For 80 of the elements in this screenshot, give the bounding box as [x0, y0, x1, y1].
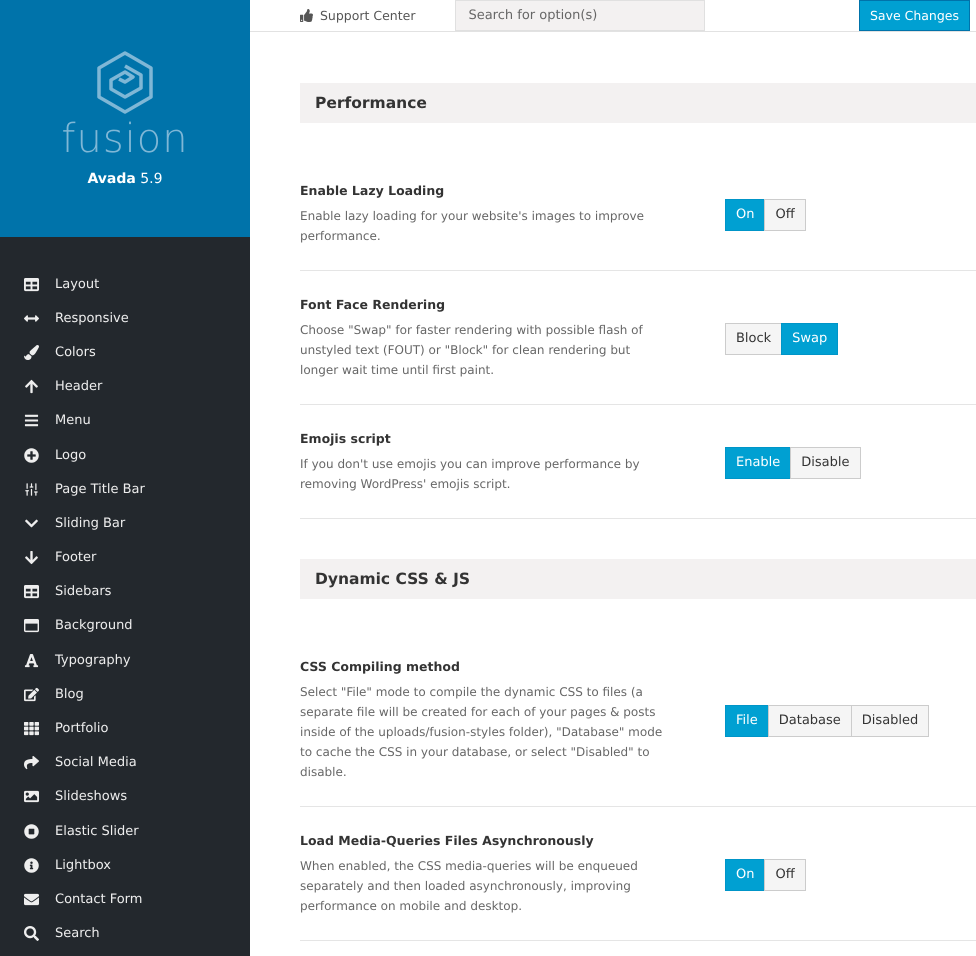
- option-description: When enabled, the CSS media-queries will be enqueued separately and then loaded asynchronously, improving performance on mobile and desktop.: [300, 858, 639, 915]
- sidebar-item-label: Layout: [55, 276, 100, 292]
- sidebar-item[interactable]: Sliding Bar: [0, 506, 250, 540]
- option-description: If you don't use emojis you can improve performance by removing WordPress' emojis script.: [300, 456, 641, 493]
- image-icon: [24, 789, 39, 804]
- option-description: Enable lazy loading for your website's images to improve performance.: [300, 208, 646, 245]
- option-title: Font Face Rendering: [300, 297, 446, 312]
- font-icon: [24, 652, 39, 668]
- sidebar-item[interactable]: Search: [0, 916, 250, 951]
- choice-button[interactable]: Off: [764, 858, 806, 890]
- sidebar-item[interactable]: Logo: [0, 438, 250, 472]
- sidebar-item[interactable]: Footer: [0, 540, 250, 575]
- sidebar-item-label: Contact Form: [55, 892, 142, 907]
- sidebar-item[interactable]: Responsive: [0, 301, 250, 336]
- sidebar-item[interactable]: Page Title Bar: [0, 472, 250, 506]
- sidebar-item-label: Search: [55, 926, 100, 942]
- sidebar-item-label: Background: [55, 618, 133, 634]
- option-title: Emojis script: [300, 431, 392, 446]
- sidebar-item[interactable]: Blog: [0, 677, 250, 712]
- edit-icon: [24, 686, 39, 702]
- envelope-icon: [24, 892, 39, 907]
- sidebar-item[interactable]: Slideshows: [0, 780, 250, 814]
- choice-button[interactable]: Off: [764, 198, 806, 230]
- share-icon: [24, 755, 39, 770]
- sidebar-item[interactable]: Layout: [0, 267, 250, 302]
- search-field[interactable]: Search for option(s): [455, 0, 706, 31]
- sidebar-item-label: Sidebars: [55, 584, 112, 600]
- section-heading: Dynamic CSS & JS: [300, 559, 976, 599]
- sliders-icon: [24, 482, 39, 497]
- product-version: Avada 5.9: [87, 171, 163, 187]
- sidebar-item[interactable]: Header: [0, 370, 250, 404]
- sidebar-item-label: Responsive: [55, 310, 129, 326]
- sidebar-item-label: Logo: [55, 448, 86, 463]
- hexagon-logo-icon: [95, 50, 155, 115]
- sidebar-item-label: Blog: [55, 686, 84, 702]
- sidebar-item-label: Colors: [55, 344, 96, 360]
- search-icon: [24, 926, 39, 942]
- arrow-up-icon: [24, 379, 39, 394]
- sidebar-item-label: Elastic Slider: [55, 824, 139, 839]
- brush-icon: [24, 344, 39, 360]
- sidebar-item-label: Social Media: [55, 755, 137, 770]
- option-title: Load Media-Queries Files Asynchronously: [300, 833, 595, 848]
- support-center-link[interactable]: Support Center: [300, 8, 416, 23]
- sidebar-item[interactable]: Lightbox: [0, 848, 250, 882]
- sidebar-item-label: Slideshows: [55, 789, 128, 804]
- sidebar-item[interactable]: Colors: [0, 335, 250, 370]
- table-icon: [24, 584, 39, 600]
- arrow-down-icon: [24, 550, 39, 566]
- sidebar-item-label: Page Title Bar: [55, 482, 145, 497]
- choice-button[interactable]: Block: [725, 322, 782, 354]
- sidebar-item[interactable]: Sidebars: [0, 574, 250, 609]
- sidebar-item-label: Header: [55, 379, 102, 394]
- sidebar-item-label: Portfolio: [55, 721, 108, 736]
- sidebar-item-label: Menu: [55, 413, 91, 428]
- sidebar-item[interactable]: Background: [0, 608, 250, 644]
- option-description: Choose "Swap" for faster rendering with possible flash of unstyled text (FOUT) or "Block" for clean rendering but longer wait time until first paint.: [300, 322, 644, 379]
- option-title: CSS Compiling method: [300, 659, 461, 674]
- choice-button[interactable]: Disable: [790, 446, 861, 478]
- table-icon: [24, 276, 39, 292]
- info-icon: [24, 858, 39, 873]
- choice-button[interactable]: Disabled: [850, 704, 930, 736]
- sidebar-item-label: Footer: [55, 550, 96, 566]
- thumbs-up-icon: [300, 9, 313, 22]
- sidebar-item-label: Lightbox: [55, 858, 111, 873]
- sidebar-item-label: Sliding Bar: [55, 516, 126, 531]
- option-title: Enable Lazy Loading: [300, 183, 446, 198]
- sidebar-item[interactable]: Social Media: [0, 746, 250, 780]
- menu-icon: [24, 413, 39, 428]
- sidebar-item[interactable]: Contact Form: [0, 882, 250, 917]
- grid-icon: [24, 721, 39, 736]
- sidebar-item[interactable]: Menu: [0, 404, 250, 438]
- choice-button[interactable]: Database: [768, 704, 852, 736]
- sidebar-item[interactable]: Typography: [0, 643, 250, 678]
- section-heading: Performance: [300, 83, 976, 123]
- sidebar-item[interactable]: Portfolio: [0, 711, 250, 746]
- window-icon: [24, 618, 39, 634]
- sidebar-item[interactable]: Elastic Slider: [0, 814, 250, 848]
- option-description: Select "File" mode to compile the dynamic CSS to files (a separate file will be created for each of your pages & posts inside of the uploads/fusion-styles folder), "Database" mode to cache the CSS in your database, or select "Disabled" to disable.: [300, 684, 664, 781]
- sidebar-item-label: Typography: [55, 652, 131, 668]
- logo-text: fusion: [61, 117, 189, 161]
